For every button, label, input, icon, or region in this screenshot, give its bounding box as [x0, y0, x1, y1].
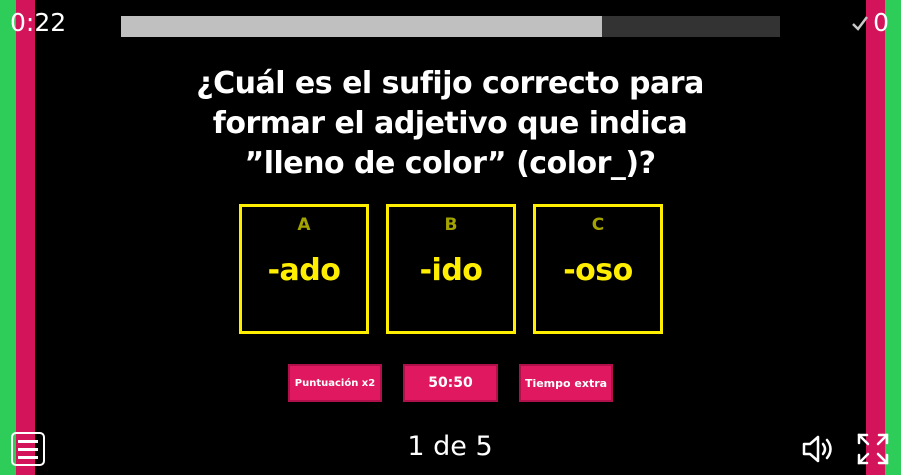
- progress-fill: [121, 16, 603, 37]
- right-green-border: [885, 0, 901, 475]
- fullscreen-button[interactable]: [856, 432, 890, 470]
- sound-button[interactable]: [801, 434, 835, 468]
- answer-text: -ado: [267, 253, 341, 288]
- left-green-border: [0, 0, 16, 475]
- menu-icon-bar: [18, 439, 38, 443]
- question-line-3: ”lleno de color” (color_)?: [244, 146, 656, 181]
- game-stage: 0:22 0 ¿Cuál es el sufijo correcto para …: [0, 0, 901, 475]
- answer-text: -oso: [563, 253, 633, 288]
- question-text: ¿Cuál es el sufijo correcto para formar …: [150, 64, 750, 184]
- fullscreen-icon: [857, 433, 889, 465]
- answer-option-b[interactable]: B -ido: [386, 204, 516, 334]
- speaker-icon: [802, 435, 832, 463]
- fifty-fifty-button[interactable]: 50:50: [403, 364, 498, 402]
- answer-option-c[interactable]: C -oso: [533, 204, 663, 334]
- progress-bar: [121, 16, 780, 37]
- answer-option-a[interactable]: A -ado: [239, 204, 369, 334]
- extra-time-button[interactable]: Tiempo extra: [519, 364, 613, 402]
- double-score-button[interactable]: Puntuación x2: [288, 364, 382, 402]
- score-value: 0: [873, 8, 889, 37]
- answer-text: -ido: [419, 253, 483, 288]
- menu-icon-bar: [18, 447, 38, 451]
- question-line-2: formar el adjetivo que indica: [212, 106, 688, 141]
- right-pink-border: [866, 0, 885, 475]
- left-pink-border: [16, 0, 35, 475]
- menu-icon-bar: [18, 455, 38, 459]
- answer-letter: C: [591, 215, 605, 235]
- menu-button[interactable]: [11, 432, 45, 466]
- question-counter: 1 de 5: [407, 431, 493, 462]
- checkmark-icon: [852, 16, 869, 31]
- timer: 0:22: [10, 8, 67, 37]
- question-line-1: ¿Cuál es el sufijo correcto para: [196, 66, 704, 101]
- score-display: 0: [851, 8, 889, 38]
- answer-letter: A: [297, 215, 311, 235]
- answer-letter: B: [444, 215, 458, 235]
